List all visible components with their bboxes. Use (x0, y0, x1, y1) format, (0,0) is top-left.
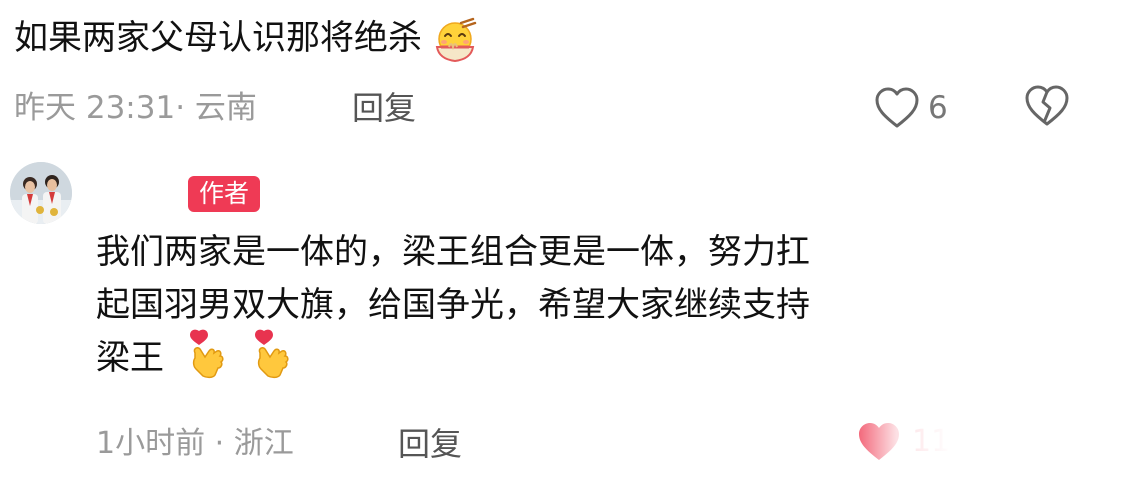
noodle-eating-emoji-icon (435, 17, 477, 62)
finger-heart-emoji-icon (189, 329, 224, 378)
finger-heart-emoji-icon (254, 329, 289, 378)
reply-time-location: 1小时前 · 浙江 (96, 426, 294, 461)
avatar-photo-icon (10, 162, 72, 224)
broken-heart-icon (1025, 85, 1069, 126)
top-comment-like-count: 6 (928, 90, 948, 126)
reply-text-line: 我们两家是一体的，梁王组合更是一体，努力扛 (96, 232, 810, 272)
user-avatar[interactable] (10, 162, 72, 224)
top-comment-time-location: 昨天 23:31· 云南 (14, 90, 257, 126)
top-comment: 如果两家父母认识那将绝杀 (14, 12, 1104, 69)
top-comment-like-button[interactable]: 6 (874, 84, 948, 132)
author-badge: 作者 (188, 176, 261, 212)
reply-text-line: 起国羽男双大旗，给国争光，希望大家继续支持 (96, 285, 810, 325)
top-comment-reply-button[interactable]: 回复 (352, 80, 416, 136)
bottom-right-fade-overlay (840, 405, 1121, 490)
top-comment-meta: 昨天 23:31· 云南 回复 6 (14, 80, 1104, 136)
reply-text-line: 梁王 (96, 338, 164, 378)
reply-comment-text: 我们两家是一体的，梁王组合更是一体，努力扛 起国羽男双大旗，给国争光，希望大家继… (96, 226, 1096, 385)
reply-text-line-last: 梁王 (96, 329, 1096, 385)
top-comment-text: 如果两家父母认识那将绝杀 (14, 18, 422, 58)
reply-reply-button[interactable]: 回复 (398, 416, 462, 472)
top-comment-dislike-button[interactable] (1024, 84, 1070, 146)
heart-outline-icon (875, 87, 919, 128)
